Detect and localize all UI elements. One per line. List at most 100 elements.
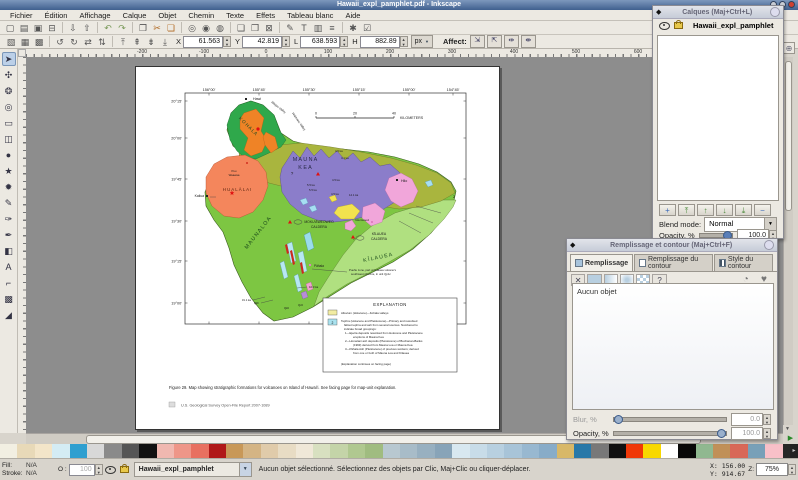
zoom-page-icon[interactable]: ◍ [214, 22, 226, 34]
palette-swatch[interactable] [452, 444, 469, 458]
raise-icon[interactable]: ⇞ [131, 36, 143, 48]
zoom-control[interactable]: Z: 75% ▲▼ [748, 463, 796, 476]
rectangle-tool[interactable]: ▭ [2, 116, 16, 130]
unlock-icon[interactable] [674, 22, 683, 29]
embed-image-icon[interactable]: ▥ [312, 22, 324, 34]
layers-panel-titlebar[interactable]: ◆ Calques (Maj+Ctrl+L) [653, 6, 783, 19]
town-square-marker[interactable] [371, 221, 373, 223]
layers-dialog-icon[interactable]: ≡ [326, 22, 338, 34]
layers-list[interactable] [657, 35, 779, 201]
unlink-clone-icon[interactable]: ⊠ [263, 22, 275, 34]
palette-swatch[interactable] [278, 444, 295, 458]
palette-swatch[interactable] [643, 444, 660, 458]
fill-opacity-slider[interactable] [613, 431, 727, 436]
deselect-icon[interactable]: ▩ [33, 36, 45, 48]
menu-affichage[interactable]: Affichage [73, 11, 116, 20]
layer-visibility-icon[interactable] [105, 466, 116, 474]
color-management-icon[interactable]: ▶ [783, 433, 798, 444]
palette-swatch[interactable] [417, 444, 434, 458]
palette-swatch[interactable] [713, 444, 730, 458]
gradient-tool[interactable]: ▩ [2, 292, 16, 306]
opacity-field[interactable]: 100 [69, 464, 95, 476]
stepper-h[interactable]: ▲▼ [400, 36, 408, 47]
fill-panel-titlebar[interactable]: ◆ Remplissage et contour (Maj+Ctrl+F) [567, 239, 777, 252]
undo-icon[interactable]: ↶ [102, 22, 114, 34]
palette-swatch[interactable] [574, 444, 591, 458]
calligraphy-tool[interactable]: ✒ [2, 228, 16, 242]
ellipse-tool[interactable]: ● [2, 148, 16, 162]
palette-swatch[interactable] [70, 444, 87, 458]
close-icon[interactable] [770, 7, 780, 17]
scroll-down-arrow-icon[interactable]: ▼ [783, 425, 792, 433]
affect-toggle-3[interactable]: ⇼ [521, 35, 536, 48]
palette-swatch[interactable] [104, 444, 121, 458]
text-font-icon[interactable]: T [298, 22, 310, 34]
blur-slider[interactable] [613, 417, 727, 422]
tab-stroke-paint[interactable]: Remplissage du contour [634, 254, 713, 271]
paint-bucket-tool[interactable]: ◧ [2, 244, 16, 258]
menu-calque[interactable]: Calque [117, 11, 153, 20]
lower-icon[interactable]: ⇟ [145, 36, 157, 48]
volcano-marker[interactable] [246, 162, 248, 164]
palette-swatch[interactable] [348, 444, 365, 458]
menu-aide[interactable]: Aide [339, 11, 366, 20]
save-document-icon[interactable]: ▣ [32, 22, 44, 34]
palette-swatch[interactable] [626, 444, 643, 458]
document-page[interactable]: 156°00'155°45'155°30'155°15'155°00'154°4… [135, 66, 500, 430]
stepper-x[interactable]: ▲▼ [223, 36, 231, 47]
zoom-tool[interactable]: ◎ [2, 100, 16, 114]
palette-swatch[interactable] [174, 444, 191, 458]
palette-swatch[interactable] [52, 444, 69, 458]
pen-tool[interactable]: ✑ [2, 212, 16, 226]
palette-swatch[interactable] [17, 444, 34, 458]
affect-toggle-2[interactable]: ⇹ [504, 35, 519, 48]
zoom-value-field[interactable]: 75% [756, 463, 788, 476]
palette-swatch[interactable] [87, 444, 104, 458]
magnifier-corner-icon[interactable]: ⊕ [783, 42, 795, 54]
cut-icon[interactable]: ✂ [151, 22, 163, 34]
slider-thumb[interactable] [717, 429, 726, 438]
open-document-icon[interactable]: ▤ [18, 22, 30, 34]
affect-toggle-1[interactable]: ⇱ [487, 35, 502, 48]
zoom-stepper[interactable]: ▲▼ [788, 464, 796, 475]
hawaii-geologic-map[interactable]: 156°00'155°45'155°30'155°15'155°00'154°4… [136, 67, 499, 429]
town-square-marker[interactable] [309, 264, 311, 266]
selector-tool[interactable]: ➤ [2, 52, 16, 66]
palette-swatch[interactable] [487, 444, 504, 458]
tab-fill[interactable]: Remplissage [570, 254, 633, 271]
palette-swatch[interactable] [696, 444, 713, 458]
menu-effets[interactable]: Effets [250, 11, 281, 20]
palette-swatch[interactable] [122, 444, 139, 458]
palette-swatch[interactable] [730, 444, 747, 458]
layer-row[interactable]: Hawaii_expl_pamphlet [653, 19, 783, 32]
opacity-stepper[interactable]: ▲▼ [95, 464, 103, 475]
palette-swatch[interactable] [330, 444, 347, 458]
rotate-ccw-icon[interactable]: ↺ [54, 36, 66, 48]
dropper-tool[interactable]: ◢ [2, 308, 16, 322]
document-properties-icon[interactable]: ☑ [361, 22, 373, 34]
preferences-icon[interactable]: ✱ [347, 22, 359, 34]
fill-opacity-stepper[interactable]: ▲▼ [763, 428, 771, 439]
palette-swatch[interactable] [504, 444, 521, 458]
palette-swatch[interactable] [313, 444, 330, 458]
select-all-layers-icon[interactable]: ▦ [19, 36, 31, 48]
palette-swatch[interactable] [157, 444, 174, 458]
menu-objet[interactable]: Objet [152, 11, 182, 20]
menu-fichier[interactable]: Fichier [4, 11, 39, 20]
tweak-tool[interactable]: ❂ [2, 84, 16, 98]
menu-chemin[interactable]: Chemin [182, 11, 220, 20]
import-icon[interactable]: ⇩ [67, 22, 79, 34]
palette-swatch[interactable] [209, 444, 226, 458]
town-square-marker[interactable] [245, 98, 247, 100]
flip-vertical-icon[interactable]: ⇅ [96, 36, 108, 48]
palette-swatch[interactable] [661, 444, 678, 458]
palette-swatch[interactable] [435, 444, 452, 458]
field-h[interactable]: 882.89 [360, 36, 400, 48]
palette-swatch[interactable] [765, 444, 782, 458]
node-tool[interactable]: ✣ [2, 68, 16, 82]
palette-swatch[interactable] [226, 444, 243, 458]
palette-swatch[interactable] [191, 444, 208, 458]
spiral-tool[interactable]: ✹ [2, 180, 16, 194]
fill-opacity-value[interactable]: 100.0 [731, 427, 763, 440]
layer-lock-icon[interactable] [120, 466, 129, 473]
